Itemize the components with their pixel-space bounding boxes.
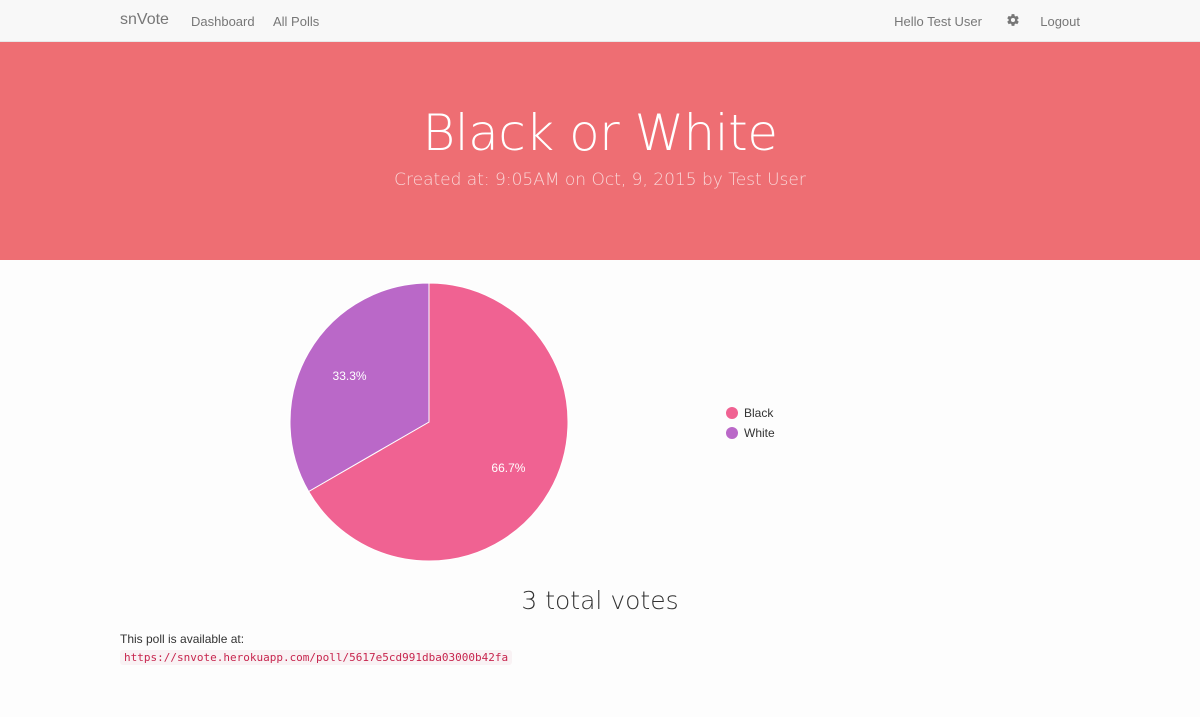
user-greeting: Hello Test User xyxy=(894,14,982,29)
legend-swatch xyxy=(726,407,738,419)
top-navbar: snVote Dashboard All Polls Hello Test Us… xyxy=(0,0,1200,42)
legend-item-white[interactable]: White xyxy=(726,423,775,443)
chart-legend: Black White xyxy=(726,403,775,443)
poll-title: Black or White xyxy=(422,104,778,162)
legend-swatch xyxy=(726,427,738,439)
pie-label-black: 66.7% xyxy=(491,461,525,475)
legend-label: Black xyxy=(744,406,774,420)
nav-link-dashboard[interactable]: Dashboard xyxy=(191,14,255,29)
navbar-container: snVote Dashboard All Polls Hello Test Us… xyxy=(120,0,1080,42)
gear-icon[interactable] xyxy=(1006,13,1020,27)
poll-created-info: Created at: 9:05AM on Oct, 9, 2015 by Te… xyxy=(394,170,806,190)
poll-header-banner: Black or White Created at: 9:05AM on Oct… xyxy=(0,42,1200,260)
legend-label: White xyxy=(744,426,775,440)
results-chart-area: 66.7% 33.3% Black White xyxy=(0,260,1200,580)
pie-label-white: 33.3% xyxy=(333,369,367,383)
logout-link[interactable]: Logout xyxy=(1040,14,1080,29)
poll-availability-label: This poll is available at: xyxy=(120,632,245,646)
poll-url[interactable]: https://snvote.herokuapp.com/poll/5617e5… xyxy=(120,650,513,665)
legend-item-black[interactable]: Black xyxy=(726,403,775,423)
pie-chart: 66.7% 33.3% xyxy=(289,282,569,562)
total-votes: 3 total votes xyxy=(521,586,679,615)
brand-link[interactable]: snVote xyxy=(120,11,169,29)
nav-link-all-polls[interactable]: All Polls xyxy=(273,14,319,29)
